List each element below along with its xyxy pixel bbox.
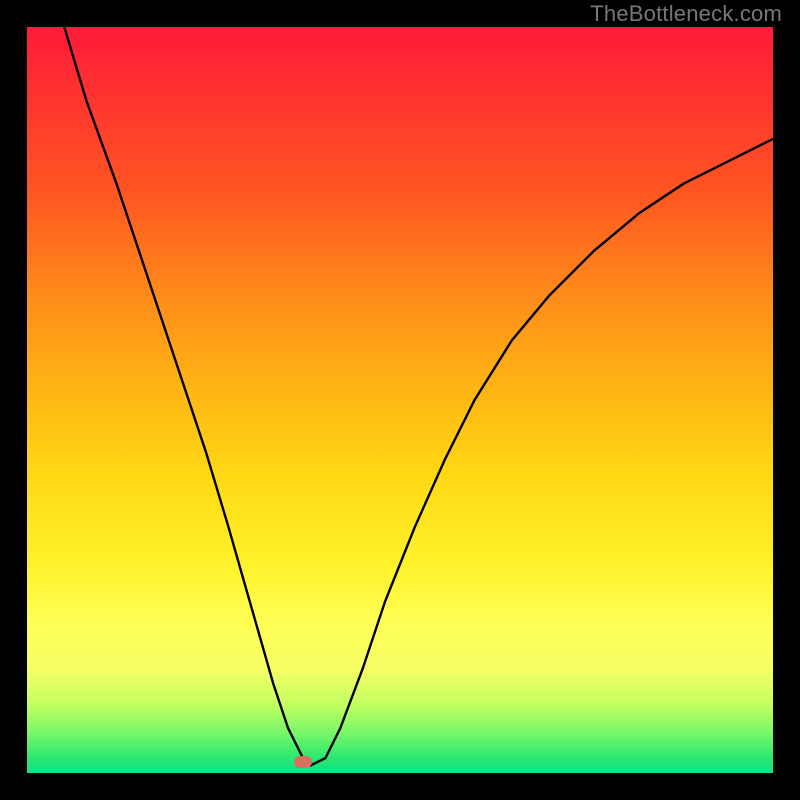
bottleneck-curve: [64, 27, 773, 766]
optimal-point-marker: [294, 756, 312, 768]
chart-frame: TheBottleneck.com: [0, 0, 800, 800]
watermark-text: TheBottleneck.com: [590, 1, 782, 27]
plot-area: [27, 27, 773, 773]
watermark-bar: TheBottleneck.com: [520, 0, 800, 27]
curve-svg: [27, 27, 773, 773]
